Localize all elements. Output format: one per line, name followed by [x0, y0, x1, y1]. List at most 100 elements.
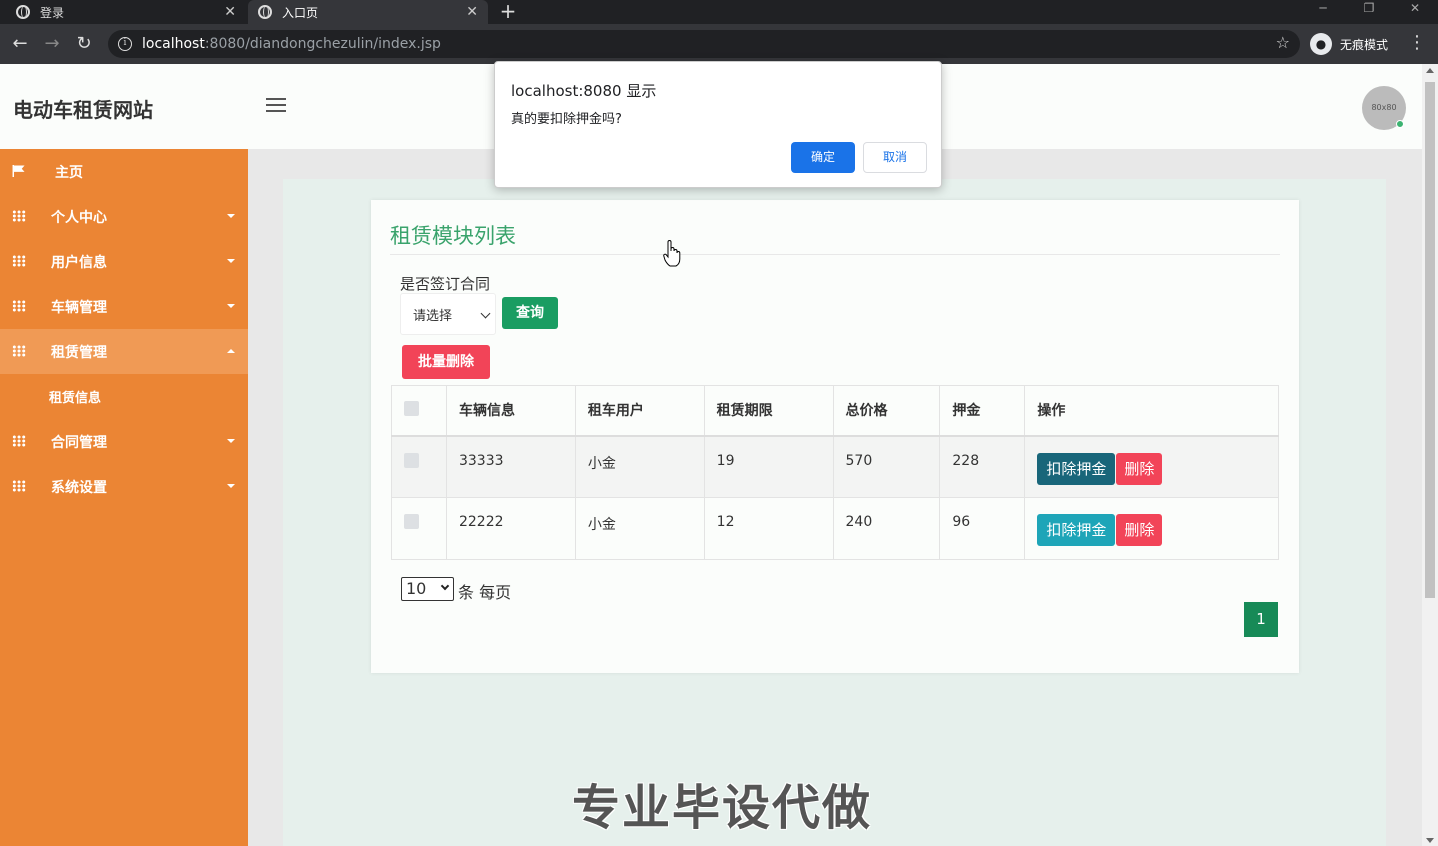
- scroll-up-arrow-icon[interactable]: [1426, 68, 1434, 73]
- caret-down-icon: [227, 439, 235, 443]
- delete-button[interactable]: 删除: [1116, 514, 1163, 546]
- page-title: 租赁模块列表: [390, 224, 516, 248]
- grid-icon: [12, 210, 26, 222]
- browser-tab-login[interactable]: 登录 ✕: [6, 0, 246, 24]
- reload-icon[interactable]: ↻: [72, 32, 96, 56]
- avatar[interactable]: 80x80: [1362, 86, 1406, 130]
- pagination-page-button[interactable]: 1: [1244, 602, 1278, 637]
- term-cell: 19: [703, 435, 834, 498]
- column-header[interactable]: 总价格: [832, 385, 941, 437]
- sidebar-item-label: 个人中心: [51, 209, 107, 226]
- dialog-title: localhost:8080 显示: [511, 82, 657, 100]
- sidebar-item-user-info[interactable]: 用户信息: [0, 239, 248, 284]
- info-icon[interactable]: i: [118, 37, 132, 51]
- user-cell: 小金: [574, 497, 705, 560]
- sidebar-item-rental-management[interactable]: 租赁管理: [0, 329, 248, 374]
- deduct-deposit-button[interactable]: 扣除押金: [1037, 514, 1116, 546]
- grid-icon: [12, 345, 26, 357]
- per-page-label: 条 每页: [458, 583, 512, 602]
- back-icon[interactable]: ←: [8, 32, 32, 56]
- term-cell: 12: [703, 497, 834, 560]
- sidebar-item-label: 用户信息: [51, 254, 107, 271]
- hamburger-menu-icon[interactable]: [266, 98, 286, 114]
- sidebar-subitem-label: 租赁信息: [49, 390, 102, 406]
- actions-cell: 扣除押金 删除: [1024, 435, 1279, 498]
- table-row: 33333 小金 19 570 228 扣除押金 删除: [391, 435, 1279, 498]
- incognito-indicator[interactable]: ● 无痕模式: [1310, 32, 1388, 56]
- browser-menu-icon[interactable]: ⋮: [1408, 32, 1426, 53]
- query-button[interactable]: 查询: [502, 297, 558, 329]
- sidebar-item-vehicle-management[interactable]: 车辆管理: [0, 284, 248, 329]
- browser-tab-entry[interactable]: 入口页 ✕: [248, 0, 488, 24]
- sidebar-item-contract-management[interactable]: 合同管理: [0, 419, 248, 464]
- rental-list-card: 租赁模块列表 是否签订合同 请选择 查询 批量删除 车辆信息 租车用户 租赁期限…: [371, 200, 1299, 673]
- select-all-cell: [391, 385, 447, 437]
- select-value: 请选择: [413, 308, 453, 324]
- dialog-message: 真的要扣除押金吗?: [511, 112, 622, 127]
- sidebar-item-label: 车辆管理: [51, 299, 107, 316]
- scroll-down-arrow-icon[interactable]: [1426, 838, 1434, 843]
- incognito-icon: ●: [1310, 33, 1332, 55]
- site-title: 电动车租赁网站: [13, 98, 153, 122]
- minimize-button[interactable]: ─: [1303, 0, 1343, 20]
- page-size-select[interactable]: 10: [401, 577, 454, 601]
- contract-filter-select[interactable]: 请选择: [400, 293, 496, 335]
- chevron-down-icon: [480, 308, 491, 319]
- forward-icon[interactable]: →: [40, 32, 64, 56]
- row-select-cell: [391, 435, 447, 498]
- column-header[interactable]: 租赁期限: [703, 385, 834, 437]
- confirm-dialog: localhost:8080 显示 真的要扣除押金吗? 确定 取消: [494, 61, 942, 188]
- online-status-dot: [1396, 120, 1404, 128]
- dialog-ok-button[interactable]: 确定: [791, 142, 855, 173]
- caret-down-icon: [227, 214, 235, 218]
- sidebar-item-home[interactable]: 主页: [0, 149, 248, 194]
- vehicle-cell: 22222: [445, 497, 576, 560]
- vehicle-cell: 33333: [445, 435, 576, 498]
- flag-icon: [12, 165, 25, 177]
- url-host: localhost: [142, 36, 205, 52]
- table-row: 22222 小金 12 240 96 扣除押金 删除: [391, 497, 1279, 560]
- globe-icon: [16, 5, 30, 19]
- deposit-cell: 96: [939, 497, 1026, 560]
- close-icon[interactable]: ✕: [224, 4, 236, 20]
- column-header[interactable]: 押金: [939, 385, 1026, 437]
- new-tab-button[interactable]: +: [496, 0, 520, 24]
- globe-icon: [258, 5, 272, 19]
- restore-button[interactable]: ❐: [1349, 0, 1389, 20]
- address-bar[interactable]: i localhost:8080/diandongchezulin/index.…: [108, 30, 1300, 58]
- hand-cursor-icon: [663, 240, 681, 267]
- browser-toolbar: ← → ↻ i localhost:8080/diandongchezulin/…: [0, 24, 1438, 64]
- deduct-deposit-button[interactable]: 扣除押金: [1037, 452, 1116, 485]
- rental-table: 车辆信息 租车用户 租赁期限 总价格 押金 操作 33333 小金 19 570…: [391, 385, 1279, 560]
- select-all-checkbox[interactable]: [404, 400, 419, 416]
- delete-button[interactable]: 删除: [1116, 452, 1163, 485]
- user-cell: 小金: [574, 435, 705, 498]
- tab-label: 登录: [40, 5, 65, 20]
- column-header[interactable]: 租车用户: [574, 385, 705, 437]
- batch-delete-button[interactable]: 批量删除: [402, 345, 490, 379]
- sidebar-item-label: 合同管理: [51, 434, 107, 451]
- actions-cell: 扣除押金 删除: [1024, 497, 1279, 560]
- grid-icon: [12, 300, 26, 312]
- sidebar-item-personal-center[interactable]: 个人中心: [0, 194, 248, 239]
- row-checkbox[interactable]: [404, 514, 419, 529]
- window-close-button[interactable]: ✕: [1395, 0, 1435, 20]
- incognito-label: 无痕模式: [1340, 37, 1389, 52]
- row-select-cell: [391, 497, 447, 560]
- caret-up-icon: [227, 349, 235, 353]
- caret-down-icon: [227, 304, 235, 308]
- dialog-cancel-button[interactable]: 取消: [863, 142, 927, 173]
- sidebar-subitem-rental-info[interactable]: 租赁信息: [0, 374, 248, 418]
- sidebar-item-label: 租赁管理: [51, 344, 107, 361]
- close-icon[interactable]: ✕: [466, 4, 478, 20]
- row-checkbox[interactable]: [404, 452, 419, 468]
- sidebar-item-system-settings[interactable]: 系统设置: [0, 464, 248, 509]
- scrollbar-thumb[interactable]: [1425, 82, 1435, 598]
- bookmark-star-icon[interactable]: ☆: [1276, 33, 1290, 52]
- column-header[interactable]: 车辆信息: [445, 385, 576, 437]
- contract-filter-label: 是否签订合同: [400, 275, 491, 293]
- grid-icon: [12, 435, 26, 447]
- avatar-placeholder-text: 80x80: [1371, 103, 1397, 112]
- tab-label: 入口页: [282, 5, 319, 20]
- watermark-text: 专业毕设代做: [572, 780, 873, 836]
